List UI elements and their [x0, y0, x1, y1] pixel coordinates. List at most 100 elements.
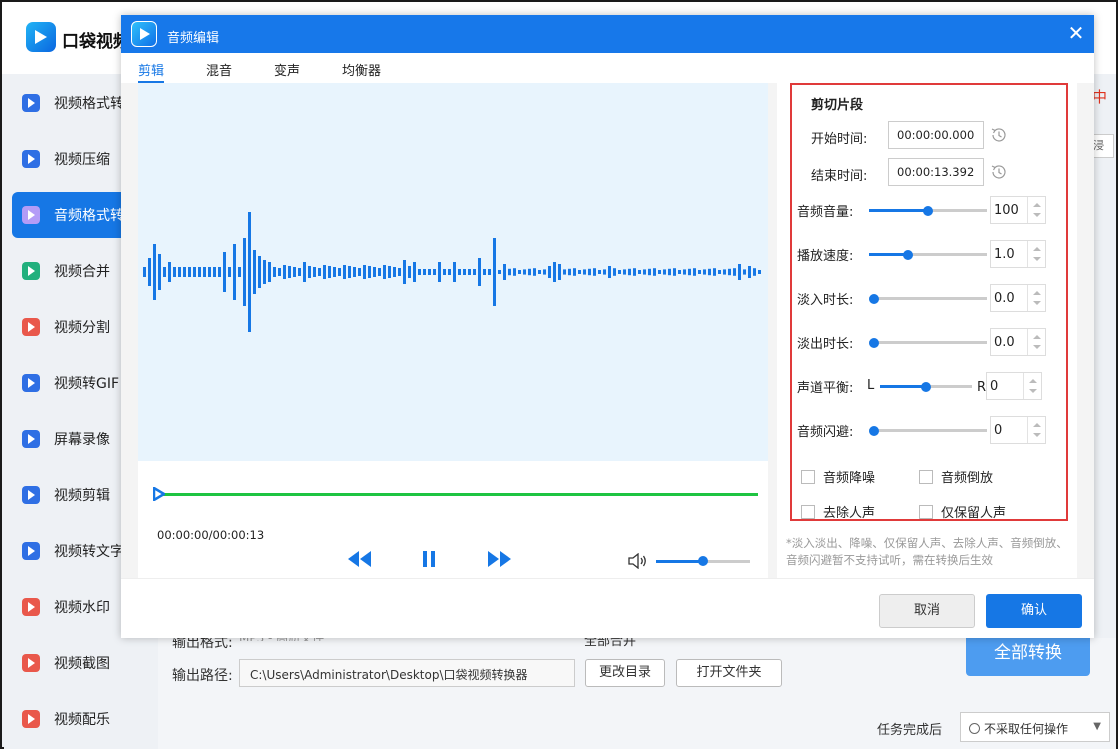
- close-icon[interactable]: ✕: [1065, 23, 1087, 45]
- volume-icon[interactable]: [628, 553, 648, 569]
- sidebar-item[interactable]: 视频配乐: [12, 696, 158, 742]
- slider-track[interactable]: [880, 381, 972, 392]
- waveform-bar: [268, 262, 271, 282]
- spinbox-value: 0: [994, 423, 1003, 438]
- waveform-bar: [523, 269, 526, 275]
- open-folder-button[interactable]: 打开文件夹: [676, 659, 782, 687]
- spinbox-value: 0.0: [994, 291, 1015, 306]
- sidebar-item-label: 视频剪辑: [54, 488, 110, 504]
- value-spinbox[interactable]: 0: [986, 372, 1042, 400]
- spin-down-icon[interactable]: [1029, 389, 1037, 393]
- pause-icon[interactable]: [421, 551, 437, 567]
- value-spinbox[interactable]: 1.0: [990, 240, 1046, 268]
- waveform-bar: [703, 269, 706, 275]
- keep-vocals-checkbox[interactable]: 仅保留人声: [919, 502, 1006, 521]
- waveform-bar: [238, 267, 241, 277]
- header-side-button[interactable]: 浸: [1092, 134, 1114, 158]
- end-time-input[interactable]: 00:00:13.392: [888, 158, 984, 186]
- waveform-bar: [253, 250, 256, 294]
- waveform-bar: [403, 260, 406, 284]
- spin-arrows[interactable]: [1027, 417, 1045, 443]
- spin-arrows[interactable]: [1027, 329, 1045, 355]
- spin-down-icon[interactable]: [1033, 257, 1041, 261]
- progress-handle[interactable]: [153, 487, 165, 501]
- checkbox-box: [919, 504, 933, 519]
- waveform-bar: [383, 265, 386, 279]
- spin-arrows[interactable]: [1027, 241, 1045, 267]
- slider-track[interactable]: [869, 205, 987, 216]
- reset-start-icon[interactable]: [990, 126, 1008, 144]
- spin-up-icon[interactable]: [1033, 291, 1041, 295]
- slider-handle[interactable]: [869, 425, 879, 436]
- after-done-select[interactable]: 不采取任何操作 ▼: [960, 712, 1110, 742]
- waveform-bar: [518, 270, 521, 274]
- spin-arrows[interactable]: [1027, 285, 1045, 311]
- waveform-bar: [388, 266, 391, 278]
- value-spinbox[interactable]: 0: [990, 416, 1046, 444]
- slider-handle[interactable]: [869, 337, 879, 348]
- tab-voice-change[interactable]: 变声: [274, 60, 300, 79]
- waveform-bar: [668, 268, 671, 276]
- change-dir-button[interactable]: 更改目录: [585, 659, 665, 687]
- value-spinbox[interactable]: 0.0: [990, 284, 1046, 312]
- waveform-bar: [498, 270, 501, 274]
- spin-down-icon[interactable]: [1033, 301, 1041, 305]
- sidebar-item-label: 视频转文字: [54, 544, 124, 560]
- reset-end-icon[interactable]: [990, 163, 1008, 181]
- spin-up-icon[interactable]: [1033, 335, 1041, 339]
- waveform[interactable]: [138, 83, 768, 461]
- slider-handle[interactable]: [923, 205, 933, 216]
- slider-handle[interactable]: [921, 381, 931, 392]
- spin-arrows[interactable]: [1027, 197, 1045, 223]
- waveform-bar: [408, 266, 411, 278]
- cancel-button[interactable]: 取消: [879, 594, 975, 628]
- slider-fill: [880, 385, 926, 388]
- slider-track[interactable]: [869, 337, 987, 348]
- waveform-bar: [173, 267, 176, 277]
- slider-track[interactable]: [869, 425, 987, 436]
- volume-handle[interactable]: [698, 556, 708, 566]
- confirm-button[interactable]: 确认: [986, 594, 1082, 628]
- waveform-bar: [643, 269, 646, 275]
- spin-up-icon[interactable]: [1029, 379, 1037, 383]
- slider-track[interactable]: [869, 249, 987, 260]
- fast-forward-icon[interactable]: [487, 551, 511, 567]
- slider-track[interactable]: [869, 293, 987, 304]
- slider-fill: [869, 209, 928, 212]
- balance-right-label: R: [977, 380, 987, 395]
- waveform-bar: [233, 244, 236, 300]
- waveform-bar: [753, 268, 756, 276]
- waveform-bar: [223, 252, 226, 292]
- cut-settings-panel: 剪切片段 开始时间: 00:00:00.000 结束时间: 00:00:13.3…: [777, 83, 1077, 578]
- video-text-icon: [22, 542, 40, 560]
- start-time-input[interactable]: 00:00:00.000: [888, 121, 984, 149]
- value-spinbox[interactable]: 100: [990, 196, 1046, 224]
- tab-cut[interactable]: 剪辑: [138, 60, 165, 83]
- spin-arrows[interactable]: [1023, 373, 1041, 399]
- remove-vocals-checkbox[interactable]: 去除人声: [801, 502, 875, 521]
- slider-handle[interactable]: [869, 293, 879, 304]
- value-spinbox[interactable]: 0.0: [990, 328, 1046, 356]
- spin-up-icon[interactable]: [1033, 247, 1041, 251]
- progress-track[interactable]: [160, 493, 758, 496]
- waveform-bar: [663, 269, 666, 275]
- denoise-checkbox[interactable]: 音频降噪: [801, 467, 875, 486]
- spin-down-icon[interactable]: [1033, 213, 1041, 217]
- rewind-icon[interactable]: [348, 551, 372, 567]
- waveform-bar: [323, 265, 326, 279]
- reverse-checkbox[interactable]: 音频倒放: [919, 467, 993, 486]
- spin-up-icon[interactable]: [1033, 423, 1041, 427]
- tab-equalizer[interactable]: 均衡器: [342, 60, 381, 79]
- output-path-label: 输出路径:: [172, 668, 233, 684]
- slider-handle[interactable]: [902, 249, 913, 260]
- spin-up-icon[interactable]: [1033, 203, 1041, 207]
- waveform-bar: [303, 262, 306, 282]
- tab-mix[interactable]: 混音: [206, 60, 232, 79]
- sidebar-item[interactable]: 视频截图: [12, 640, 158, 686]
- spin-down-icon[interactable]: [1033, 433, 1041, 437]
- checkbox-label: 音频倒放: [941, 471, 994, 486]
- output-path-field[interactable]: C:\Users\Administrator\Desktop\口袋视频转换器: [239, 659, 575, 687]
- volume-slider[interactable]: [656, 556, 750, 566]
- spin-down-icon[interactable]: [1033, 345, 1041, 349]
- waveform-bar: [433, 269, 436, 275]
